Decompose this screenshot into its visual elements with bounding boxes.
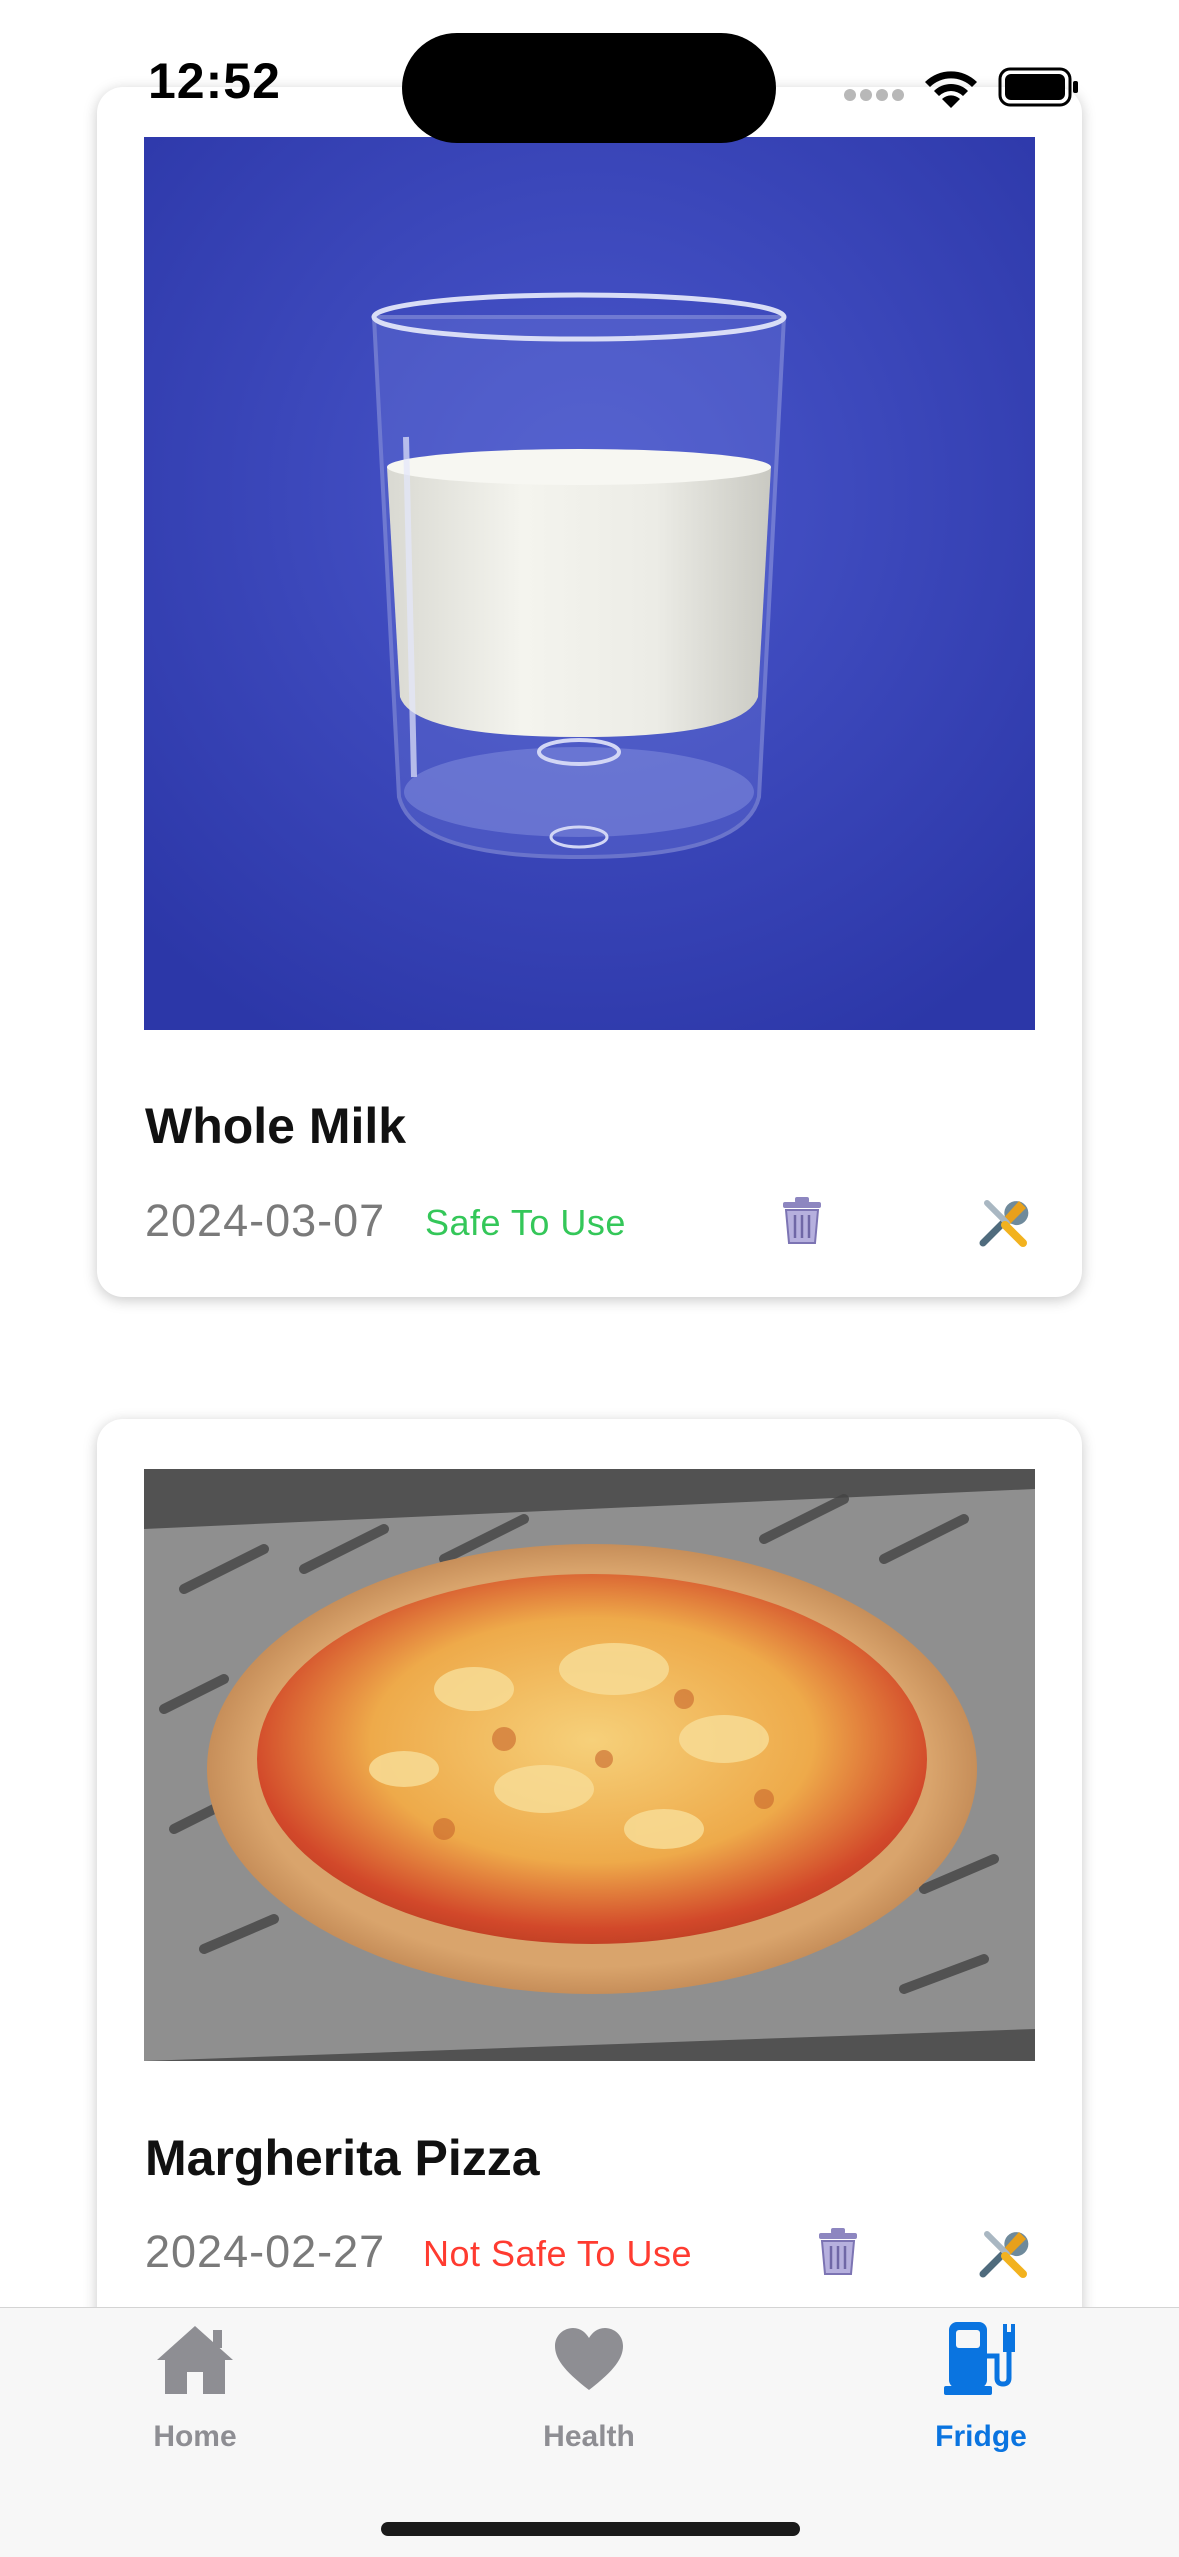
food-item-card[interactable]: Whole Milk 2024-03-07 Safe To Use [97,87,1082,1297]
margherita-pizza-photo [144,1469,1035,2061]
expiry-date: 2024-03-07 [145,1195,386,1246]
trash-icon[interactable] [775,1193,829,1247]
cellular-signal-icon [844,89,904,101]
safety-status: Not Safe To Use [423,2233,692,2274]
battery-icon [998,67,1078,107]
whole-milk-photo [144,137,1035,1030]
expiry-date: 2024-02-27 [145,2226,386,2277]
wrench-icon[interactable] [977,1195,1031,1249]
house-icon [157,2326,233,2394]
status-bar: 12:52 [0,0,1179,160]
dynamic-island [402,33,776,143]
food-item-card[interactable]: Margherita Pizza 2024-02-27 Not Safe To … [97,1419,1082,2419]
tab-fridge[interactable]: Fridge [881,2308,1081,2458]
item-name: Margherita Pizza [145,2130,540,2186]
trash-icon[interactable] [811,2224,865,2278]
heart-icon [555,2328,623,2390]
wifi-icon [925,71,977,108]
tab-bar: Home Health Fridge [0,2307,1179,2557]
tab-label: Home [153,2420,237,2453]
status-time: 12:52 [148,53,281,109]
wrench-icon[interactable] [977,2226,1031,2280]
tab-label: Fridge [935,2420,1027,2453]
tab-label: Health [543,2420,635,2453]
safety-status: Safe To Use [425,1202,626,1243]
fuel-pump-icon [944,2322,1015,2395]
home-indicator[interactable] [381,2522,800,2536]
tab-health[interactable]: Health [489,2308,689,2458]
item-name: Whole Milk [145,1098,407,1154]
tab-home[interactable]: Home [95,2308,295,2458]
